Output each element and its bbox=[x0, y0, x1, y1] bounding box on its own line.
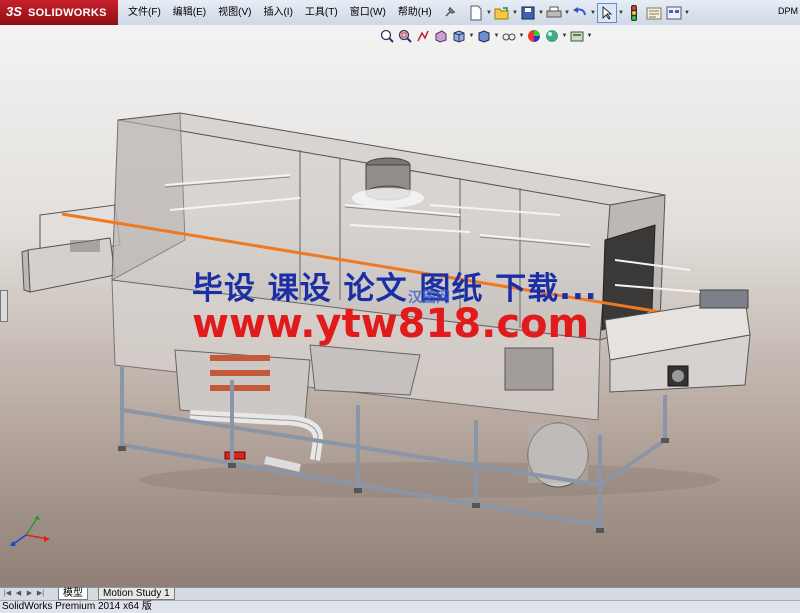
ds-logo-icon: 3S bbox=[6, 4, 22, 19]
menu-edit[interactable]: 编辑(E) bbox=[167, 0, 212, 25]
options-icon[interactable] bbox=[645, 4, 663, 22]
dpm-label: DPM bbox=[778, 6, 798, 16]
next-tab-icon[interactable]: ▶ bbox=[24, 589, 35, 599]
tab-motion-study[interactable]: Motion Study 1 bbox=[98, 588, 175, 600]
menu-insert[interactable]: 插入(I) bbox=[257, 0, 298, 25]
menu-view[interactable]: 视图(V) bbox=[212, 0, 257, 25]
print-dropdown[interactable]: ▼ bbox=[564, 4, 570, 22]
reference-triad-icon bbox=[10, 515, 50, 546]
undo-icon[interactable] bbox=[571, 4, 589, 22]
first-tab-icon[interactable]: |◀ bbox=[2, 589, 13, 599]
last-tab-icon[interactable]: ▶| bbox=[35, 589, 46, 599]
tab-model[interactable]: 模型 bbox=[58, 588, 88, 600]
menu-bar: 3S SOLIDWORKS 文件(F) 编辑(E) 视图(V) 插入(I) 工具… bbox=[0, 0, 800, 26]
menu-help[interactable]: 帮助(H) bbox=[392, 0, 438, 25]
undo-dropdown[interactable]: ▼ bbox=[590, 4, 596, 22]
app-name: SOLIDWORKS bbox=[28, 7, 107, 19]
new-dropdown[interactable]: ▼ bbox=[486, 4, 492, 22]
open-icon[interactable] bbox=[493, 4, 511, 22]
pin-icon[interactable] bbox=[442, 6, 456, 20]
status-bar: SolidWorks Premium 2014 x64 版 bbox=[0, 600, 800, 613]
standard-toolbar: ▼ ▼ ▼ ▼ ▼ ▼ ▼ bbox=[466, 2, 690, 23]
new-document-icon[interactable] bbox=[467, 4, 485, 22]
menu-file[interactable]: 文件(F) bbox=[122, 0, 167, 25]
main-menu: 文件(F) 编辑(E) 视图(V) 插入(I) 工具(T) 窗口(W) 帮助(H… bbox=[122, 0, 456, 25]
solidworks-logo[interactable]: 3S SOLIDWORKS bbox=[0, 0, 118, 25]
select-icon[interactable] bbox=[597, 2, 617, 23]
menu-tools[interactable]: 工具(T) bbox=[299, 0, 344, 25]
tab-scroll-buttons: |◀ ◀ ▶ ▶| bbox=[2, 589, 46, 599]
save-icon[interactable] bbox=[519, 4, 537, 22]
infeed-conveyor bbox=[21, 204, 121, 293]
save-dropdown[interactable]: ▼ bbox=[538, 4, 544, 22]
graphics-area[interactable]: ▼ ▼ ▼ ▼ ▼ 毕设 课设 论文 图纸 下载... 汉图网 www.ytw8… bbox=[0, 25, 800, 587]
previous-tab-icon[interactable]: ◀ bbox=[13, 589, 24, 599]
select-dropdown[interactable]: ▼ bbox=[618, 4, 624, 22]
menu-window[interactable]: 窗口(W) bbox=[344, 0, 392, 25]
rebuild-icon[interactable] bbox=[625, 4, 643, 22]
customize-icon[interactable] bbox=[665, 4, 683, 22]
open-dropdown[interactable]: ▼ bbox=[512, 4, 518, 22]
customize-dropdown[interactable]: ▼ bbox=[684, 4, 690, 22]
print-icon[interactable] bbox=[545, 4, 563, 22]
watermark-url: www.ytw818.com bbox=[192, 301, 590, 347]
document-tab-bar: |◀ ◀ ▶ ▶| 模型 Motion Study 1 bbox=[0, 587, 800, 600]
status-text: SolidWorks Premium 2014 x64 版 bbox=[2, 601, 152, 612]
